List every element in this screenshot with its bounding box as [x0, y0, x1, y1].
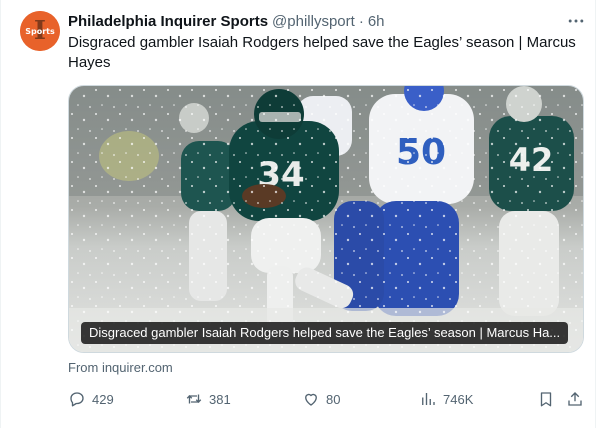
separator-dot: · — [358, 12, 364, 30]
repost-icon — [186, 394, 202, 404]
repost-count: 381 — [209, 391, 231, 407]
heart-icon — [305, 393, 317, 406]
like-count: 80 — [326, 391, 341, 407]
card-source[interactable]: From inquirer.com — [68, 360, 173, 375]
link-card[interactable]: 42 50 34 Disgraced gambler Isaiah Rodger… — [68, 85, 584, 353]
tweet-header: Philadelphia Inquirer Sports @phillyspor… — [68, 11, 385, 31]
bookmark-icon — [540, 392, 552, 407]
views-count: 746K — [443, 391, 474, 407]
avatar-text: Sports — [25, 27, 55, 36]
more-horizontal-icon — [568, 19, 584, 23]
reply-count: 429 — [92, 391, 114, 407]
bookmark-button[interactable] — [537, 388, 555, 410]
analytics-icon — [422, 393, 435, 405]
more-options-button[interactable] — [565, 13, 587, 29]
tweet-text: Disgraced gambler Isaiah Rodgers helped … — [68, 34, 576, 71]
share-icon — [568, 392, 582, 406]
author-handle[interactable]: @phillysport — [272, 13, 355, 30]
reply-button[interactable]: 429 — [68, 388, 114, 410]
like-button[interactable]: 80 — [302, 388, 340, 410]
action-bar: 429 381 80 746K — [68, 388, 587, 410]
avatar[interactable]: I Sports — [20, 11, 60, 51]
tweet[interactable]: I Sports Philadelphia Inquirer Sports @p… — [0, 0, 596, 428]
views-button[interactable]: 746K — [419, 388, 473, 410]
card-caption: Disgraced gambler Isaiah Rodgers helped … — [81, 322, 569, 344]
football-game-photo: 42 50 34 — [69, 86, 583, 352]
repost-button[interactable]: 381 — [185, 388, 231, 410]
author-name[interactable]: Philadelphia Inquirer Sports — [68, 13, 268, 30]
timestamp[interactable]: 6h — [368, 13, 385, 30]
share-button[interactable] — [566, 388, 584, 410]
reply-icon — [70, 392, 84, 407]
inquirer-logo-icon: I Sports — [20, 11, 60, 51]
